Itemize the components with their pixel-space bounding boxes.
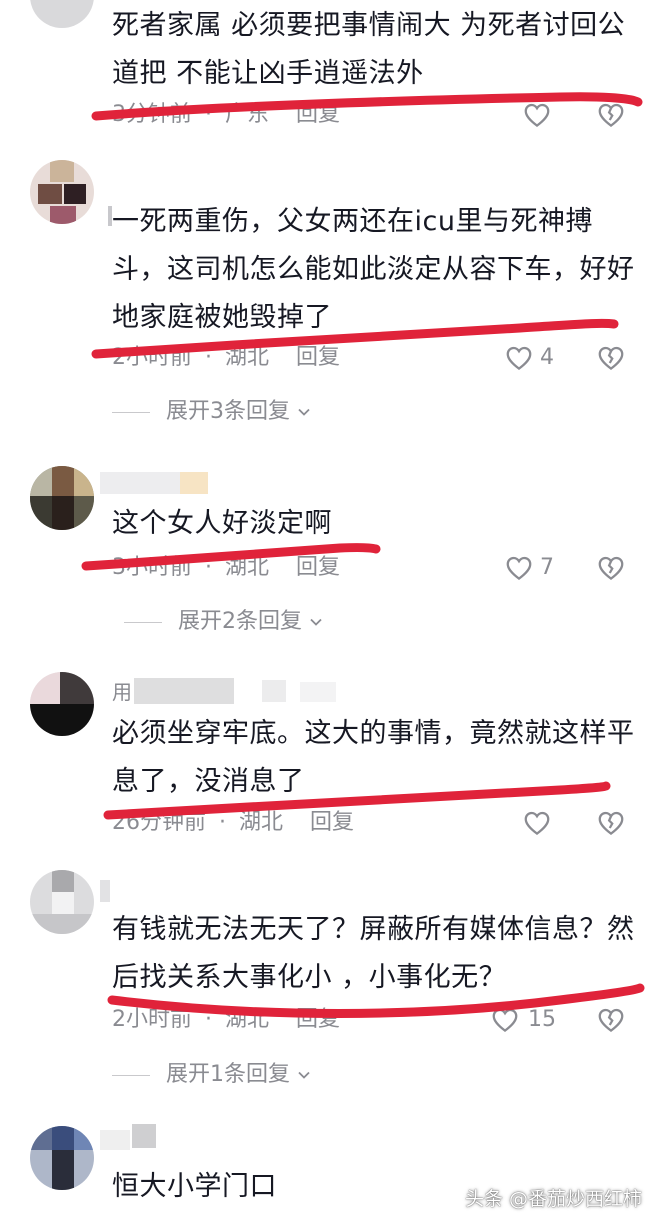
avatar-mosaic xyxy=(52,870,74,892)
like-count: 15 xyxy=(528,1007,556,1032)
broken-heart-icon[interactable] xyxy=(596,343,626,373)
avatar[interactable] xyxy=(30,1126,94,1190)
reply-button[interactable]: 回复 xyxy=(310,808,354,838)
like-count: 4 xyxy=(540,345,554,370)
comment-text: 这个女人好淡定啊 xyxy=(112,508,332,539)
username-blur xyxy=(132,1124,156,1148)
comment-text: 死者家属 必须要把事情闹大 为死者讨回公道把 不能让凶手逍遥法外 xyxy=(112,10,626,89)
reply-button[interactable]: 回复 xyxy=(296,1005,340,1035)
broken-heart-icon[interactable] xyxy=(596,1005,626,1035)
comment-meta: 2小时前 · 湖北 xyxy=(112,343,269,373)
avatar-mosaic xyxy=(50,206,76,224)
avatar-mosaic xyxy=(52,496,74,530)
comment-location: 湖北 xyxy=(239,810,284,835)
meta-separator: · xyxy=(219,810,226,835)
avatar-mosaic xyxy=(30,1126,52,1150)
avatar[interactable] xyxy=(30,160,94,224)
username-blur xyxy=(100,1130,130,1150)
heart-outline-icon[interactable] xyxy=(504,553,534,583)
broken-heart-icon[interactable] xyxy=(596,808,626,838)
avatar-mosaic xyxy=(60,672,94,704)
avatar-mosaic xyxy=(52,466,74,496)
expand-replies-button[interactable]: 展开3条回复 xyxy=(112,397,312,427)
comment-time: 2小时前 xyxy=(112,345,192,370)
watermark: 头条 @番茄炒西红柿 xyxy=(464,1188,642,1210)
avatar[interactable] xyxy=(30,870,94,934)
avatar-mosaic xyxy=(74,466,94,496)
heart-outline-icon[interactable] xyxy=(522,808,552,838)
meta-separator: · xyxy=(205,102,212,127)
chevron-down-icon xyxy=(310,618,322,626)
username-blur xyxy=(300,682,336,702)
expand-replies-label: 展开1条回复 xyxy=(166,1062,290,1087)
username[interactable]: 用 xyxy=(112,680,132,704)
avatar-mosaic xyxy=(30,672,60,704)
avatar-mosaic xyxy=(74,1126,94,1150)
expand-replies-label: 展开2条回复 xyxy=(178,609,302,634)
meta-separator: · xyxy=(205,555,212,580)
comment-time: 2小时前 xyxy=(112,1007,192,1032)
comment-text: 恒大小学门口 xyxy=(112,1171,277,1202)
expand-replies-button[interactable]: 展开2条回复 xyxy=(124,607,324,637)
avatar-mosaic xyxy=(64,184,86,204)
avatar-mosaic xyxy=(52,1150,74,1190)
comment-meta: 2小时前 · 湖北 xyxy=(112,1005,269,1035)
username-blur xyxy=(262,680,286,702)
highlight-underlines xyxy=(81,92,645,1018)
comment-text: 有钱就无法无天了？屏蔽所有媒体信息？然后找关系大事化小 ，小事化无？ xyxy=(112,914,635,993)
meta-separator: · xyxy=(205,345,212,370)
username-blur xyxy=(180,472,208,494)
comment-location: 湖北 xyxy=(225,1007,270,1032)
comment-meta: 3分钟前 · 广东 xyxy=(112,100,269,130)
avatar-mosaic xyxy=(52,892,74,914)
avatar-mosaic xyxy=(30,496,52,530)
chevron-down-icon xyxy=(298,408,310,416)
broken-heart-icon[interactable] xyxy=(596,100,626,130)
comment-meta: 26分钟前 · 湖北 xyxy=(112,808,283,838)
divider xyxy=(124,621,162,623)
avatar[interactable] xyxy=(30,466,94,530)
avatar-mosaic xyxy=(74,496,94,530)
reply-button[interactable]: 回复 xyxy=(296,553,340,583)
divider xyxy=(112,1074,150,1076)
avatar-mosaic xyxy=(52,1126,74,1150)
reply-button[interactable]: 回复 xyxy=(296,343,340,373)
comment-time: 3小时前 xyxy=(112,555,192,580)
broken-heart-icon[interactable] xyxy=(596,553,626,583)
avatar-mosaic xyxy=(30,704,94,736)
comment-meta: 3小时前 · 湖北 xyxy=(112,553,269,583)
expand-replies-label: 展开3条回复 xyxy=(166,399,290,424)
avatar-mosaic xyxy=(30,466,52,496)
comment-text: 必须坐穿牢底。这大的事情，竟然就这样平息了，没消息了 xyxy=(112,718,635,797)
avatar-mosaic xyxy=(30,914,94,934)
meta-separator: · xyxy=(205,1007,212,1032)
comment-location: 广东 xyxy=(225,102,270,127)
comment-text: 一死两重伤，父女两还在icu里与死神搏斗，这司机怎么能如此淡定从容下车，好好地家… xyxy=(112,206,635,333)
divider xyxy=(112,411,150,413)
heart-outline-icon[interactable] xyxy=(504,343,534,373)
heart-outline-icon[interactable] xyxy=(490,1005,520,1035)
comment-time: 26分钟前 xyxy=(112,810,206,835)
chevron-down-icon xyxy=(298,1071,310,1079)
heart-outline-icon[interactable] xyxy=(522,100,552,130)
comment-location: 湖北 xyxy=(225,345,270,370)
expand-replies-button[interactable]: 展开1条回复 xyxy=(112,1060,312,1090)
comment-location: 湖北 xyxy=(225,555,270,580)
like-count: 7 xyxy=(540,555,554,580)
avatar-mosaic xyxy=(38,184,62,204)
username-blur xyxy=(134,678,234,704)
avatar[interactable] xyxy=(30,672,94,736)
username-blur xyxy=(100,472,180,494)
username-blur xyxy=(100,880,110,902)
reply-button[interactable]: 回复 xyxy=(296,100,340,130)
avatar-mosaic xyxy=(50,160,74,182)
avatar[interactable] xyxy=(30,0,94,28)
comment-time: 3分钟前 xyxy=(112,102,192,127)
